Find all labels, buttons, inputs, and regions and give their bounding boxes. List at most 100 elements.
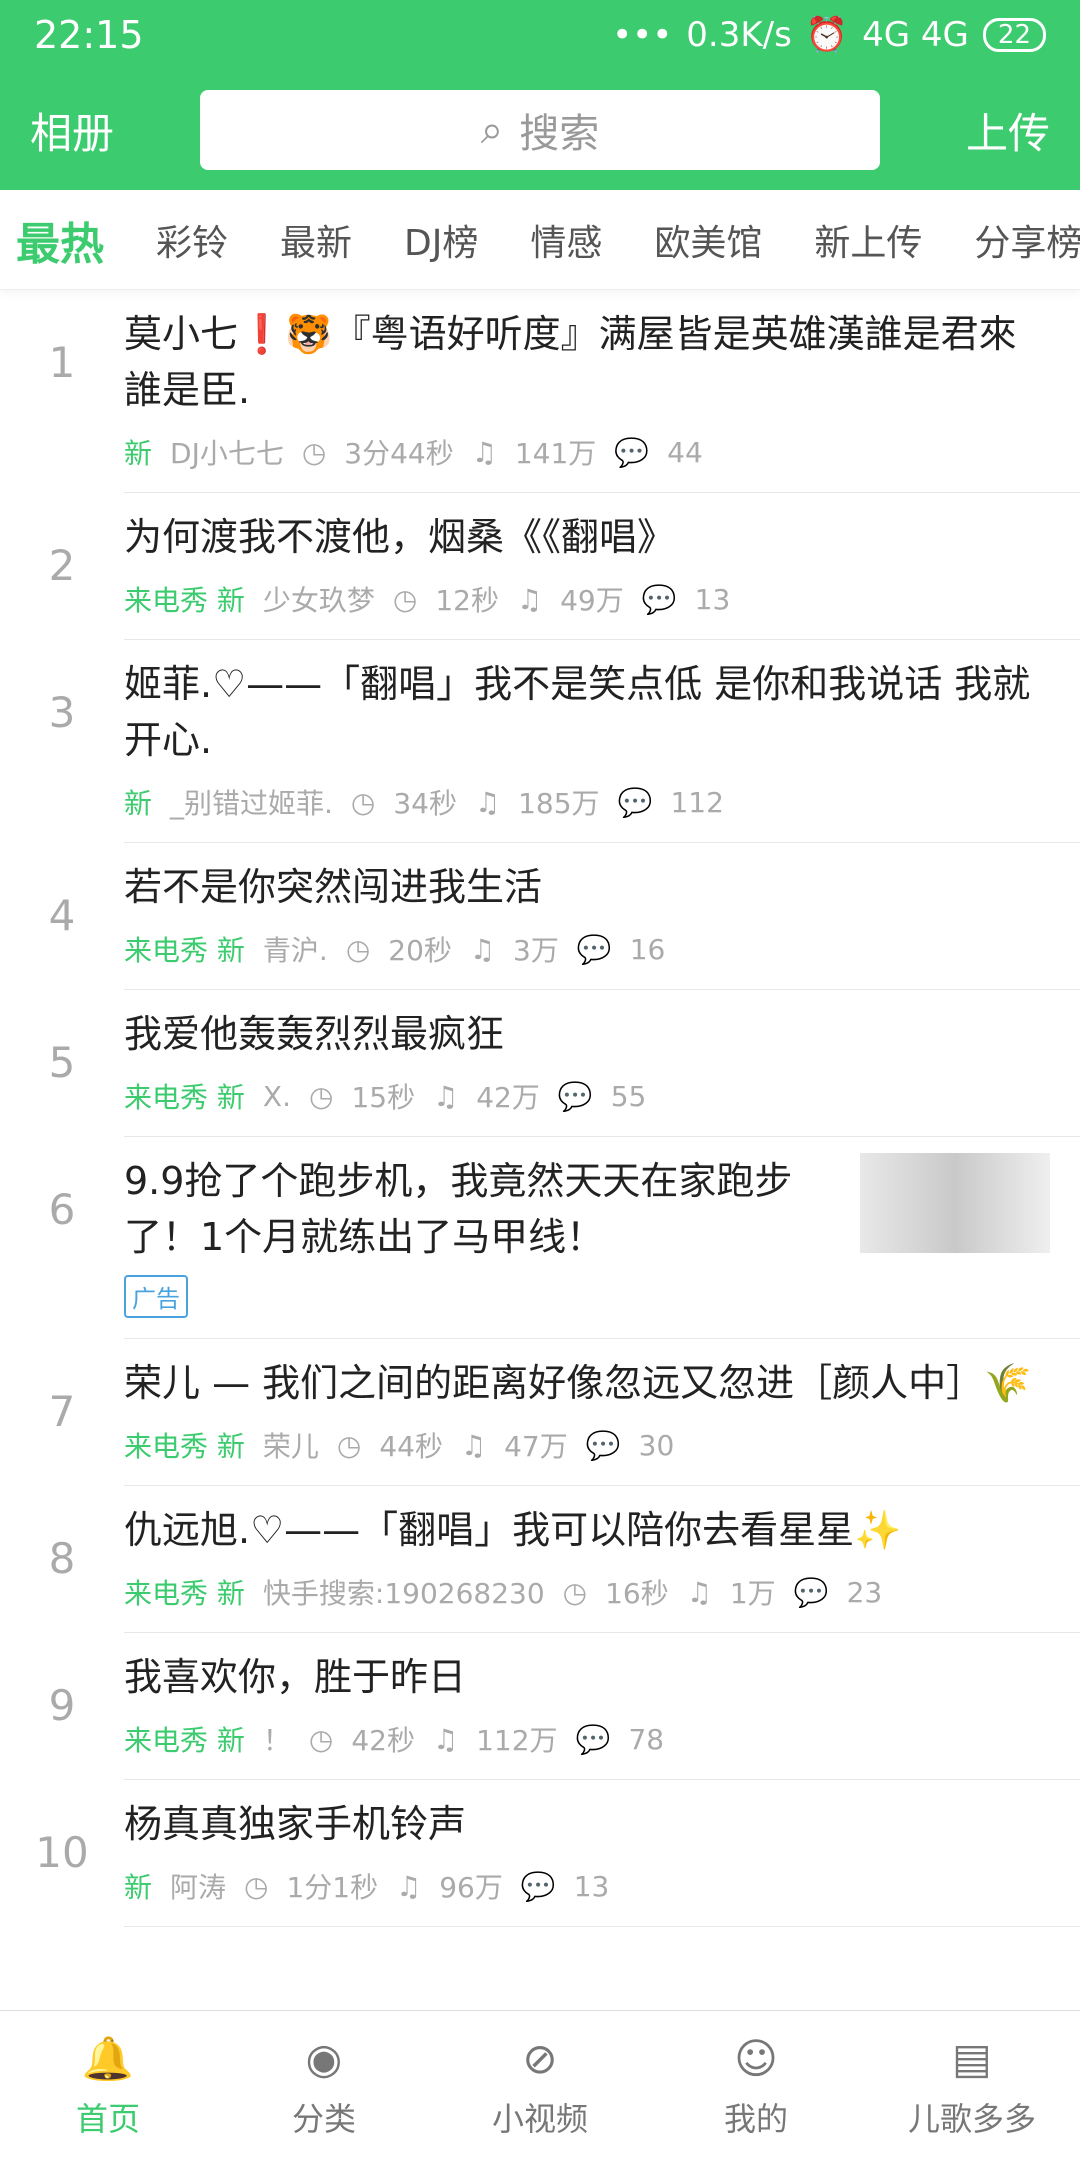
headphone-icon: ♫ [396,1869,422,1903]
search-input[interactable]: ⌕ 搜索 [200,90,880,170]
list-item[interactable]: 1 莫小七❗🐯『粤语好听度』满屋皆是英雄漢誰是君來誰是臣. 新 DJ小七七 ◷ 3分… [0,290,1080,493]
item-plays: 47万 [504,1430,568,1463]
item-tags: 来电秀 新 [124,1430,245,1463]
tab-latest[interactable]: 最新 [254,214,378,266]
headphone-icon: ♫ [433,1079,459,1113]
item-tags: 新 [124,1871,153,1904]
ad-badge: 广告 [124,1275,188,1318]
nav-video-label: 小视频 [491,2099,588,2138]
nav-me[interactable]: ☺ 我的 [648,2011,864,2160]
nav-home-label: 首页 [75,2099,140,2138]
clock-icon: ◷ [562,1575,588,1609]
item-duration: 42秒 [351,1724,415,1757]
item-meta: 新 _别错过姬菲. ◷ 34秒 ♫ 185万 💬 112 [124,782,1050,822]
item-meta: 来电秀 新 X. ◷ 15秒 ♫ 42万 💬 55 [124,1076,1050,1116]
headphone-icon: ♫ [471,435,497,469]
item-title: 若不是你突然闯进我生活 [124,865,543,909]
comment-icon: 💬 [520,1869,556,1903]
tab-ringtone[interactable]: 彩铃 [130,214,254,266]
list-item[interactable]: 4 若不是你突然闯进我生活 来电秀 新 青沪. ◷ 20秒 ♫ 3万 💬 16 [0,843,1080,990]
signal-text: 4G 4G [862,15,969,55]
item-body: 仇远旭.♡——「翻唱」我可以陪你去看星星✨ 来电秀 新 快手搜索:1902682… [124,1486,1080,1633]
rank-number: 7 [48,1387,76,1436]
item-title: 我爱他轰轰烈烈最疯狂 [124,1012,505,1056]
comment-icon: 💬 [617,785,653,819]
item-plays: 141万 [514,437,597,470]
nav-category[interactable]: ◉ 分类 [216,2011,432,2160]
item-comments: 112 [670,785,724,819]
clock-icon: ◷ [309,1079,334,1113]
bell-icon: 🔔 [81,2033,135,2083]
item-duration: 44秒 [379,1430,443,1463]
item-meta: 来电秀 新 青沪. ◷ 20秒 ♫ 3万 💬 16 [124,929,1050,969]
album-button[interactable]: 相册 [30,100,160,161]
tab-hot[interactable]: 最热 [0,208,130,272]
alarm-icon: ⏰ [805,15,849,55]
list-item[interactable]: 2 为何渡我不渡他，烟桑《《翻唱》 来电秀 新 少女玖梦 ◷ 12秒 ♫ 49万 💬 1… [0,493,1080,640]
item-tags: 来电秀 新 [124,1081,245,1114]
item-meta: 来电秀 新 ！ ◷ 42秒 ♫ 112万 💬 78 [124,1719,1050,1759]
status-bar: 22:15 ••• 0.3K/s ⏰ 4G 4G 22 [0,0,1080,70]
list-item[interactable]: 6 9.9抢了个跑步机，我竟然天天在家跑步了！1个月就练出了马甲线！ 广告 [0,1137,1080,1339]
speaker-icon: ◉ [305,2034,343,2083]
tab-share-rank[interactable]: 分享榜 [948,214,1080,266]
item-tags: 来电秀 新 [124,1724,245,1757]
upload-button[interactable]: 上传 [920,100,1050,161]
search-placeholder: 搜索 [519,111,600,157]
item-author: DJ小七七 [170,437,284,470]
tab-western[interactable]: 欧美馆 [628,214,788,266]
nav-video[interactable]: ⊘ 小视频 [432,2011,648,2160]
clock-icon: ◷ [350,785,376,819]
ad-image[interactable] [860,1153,1050,1253]
item-body: 姬菲.♡——「翻唱」我不是笑点低 是你和我说话 我就开心. 新 _别错过姬菲. … [124,640,1080,843]
nav-kids[interactable]: ▤ 儿歌多多 [864,2011,1080,2160]
comment-icon: 💬 [614,435,650,469]
item-meta: 来电秀 新 快手搜索:190268230 ◷ 16秒 ♫ 1万 💬 23 [124,1572,1050,1612]
item-plays: 1万 [729,1577,776,1610]
item-title: 杨真真独家手机铃声 [124,1802,467,1846]
comment-icon: 💬 [576,932,612,966]
item-body: 荣儿 — 我们之间的距离好像忽远又忽进［颜人中］🌾 来电秀 新 荣儿 ◷ 44秒 … [124,1339,1080,1486]
nav-home[interactable]: 🔔 首页 [0,2011,216,2160]
comment-icon: 💬 [557,1079,593,1113]
header: 相册 ⌕ 搜索 上传 [0,70,1080,190]
nav-me-label: 我的 [723,2099,788,2138]
item-title: 9.9抢了个跑步机，我竟然天天在家跑步了！1个月就练出了马甲线！ [124,1159,793,1259]
rank-number: 5 [48,1038,76,1087]
tab-new-upload[interactable]: 新上传 [788,214,948,266]
item-plays: 42万 [476,1081,540,1114]
clock-icon: ◷ [301,435,327,469]
item-duration: 3分44秒 [344,437,454,470]
item-duration: 1分1秒 [286,1871,379,1904]
ad-text-wrap: 9.9抢了个跑步机，我竟然天天在家跑步了！1个月就练出了马甲线！ 广告 [124,1153,840,1318]
list-item[interactable]: 5 我爱他轰轰烈烈最疯狂 来电秀 新 X. ◷ 15秒 ♫ 42万 💬 55 [0,990,1080,1137]
item-duration: 34秒 [393,787,457,820]
rank-number: 2 [48,541,76,590]
item-body: 若不是你突然闯进我生活 来电秀 新 青沪. ◷ 20秒 ♫ 3万 💬 16 [124,843,1080,990]
comment-icon: 💬 [585,1428,621,1462]
tab-emotion[interactable]: 情感 [504,214,628,266]
top-bar: 22:15 ••• 0.3K/s ⏰ 4G 4G 22 相册 ⌕ 搜索 上传 [0,0,1080,190]
item-author: 快手搜索:190268230 [262,1577,545,1610]
item-body: 我喜欢你，胜于昨日 来电秀 新 ！ ◷ 42秒 ♫ 112万 💬 78 [124,1633,1080,1780]
rank-number: 1 [48,338,76,387]
item-duration: 12秒 [435,584,499,617]
rank-number: 6 [48,1185,76,1234]
item-body: 为何渡我不渡他，烟桑《《翻唱》 来电秀 新 少女玖梦 ◷ 12秒 ♫ 49万 💬 13 [124,493,1080,640]
item-title: 我喜欢你，胜于昨日 [124,1655,467,1699]
item-body: 莫小七❗🐯『粤语好听度』满屋皆是英雄漢誰是君來誰是臣. 新 DJ小七七 ◷ 3分4… [124,290,1080,493]
item-plays: 185万 [518,787,600,820]
rank-number: 4 [48,891,76,940]
battery-indicator: 22 [982,18,1046,52]
list-item[interactable]: 10 杨真真独家手机铃声 新 阿涛 ◷ 1分1秒 ♫ 96万 💬 13 [0,1780,1080,1927]
tab-dj[interactable]: DJ榜 [378,214,504,266]
list-item[interactable]: 8 仇远旭.♡——「翻唱」我可以陪你去看星星✨ 来电秀 新 快手搜索:190268… [0,1486,1080,1633]
item-tags: 来电秀 新 [124,584,245,617]
list-item[interactable]: 7 荣儿 — 我们之间的距离好像忽远又忽进［颜人中］🌾 来电秀 新 荣儿 ◷ 44秒… [0,1339,1080,1486]
network-speed: 0.3K/s [686,15,792,55]
item-meta: 来电秀 新 少女玖梦 ◷ 12秒 ♫ 49万 💬 13 [124,579,1050,619]
list-item[interactable]: 3 姬菲.♡——「翻唱」我不是笑点低 是你和我说话 我就开心. 新 _别错过姬菲.… [0,640,1080,843]
item-plays: 96万 [439,1871,503,1904]
list-item[interactable]: 9 我喜欢你，胜于昨日 来电秀 新 ！ ◷ 42秒 ♫ 112万 💬 78 [0,1633,1080,1780]
item-duration: 16秒 [605,1577,669,1610]
